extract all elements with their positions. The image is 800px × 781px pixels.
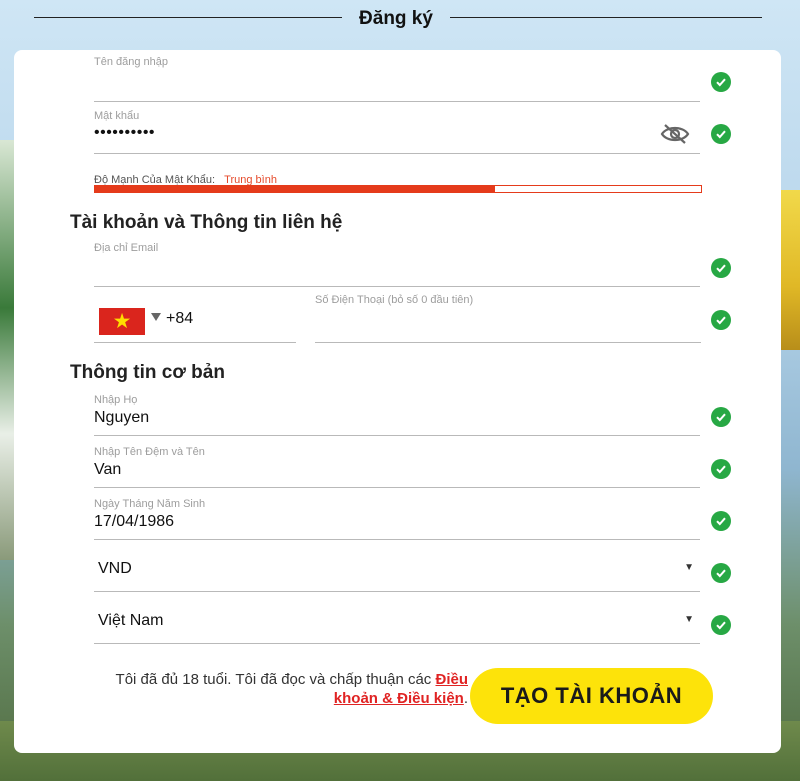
- email-label: Địa chỉ Email: [94, 242, 159, 254]
- terms-text: Tôi đã đủ 18 tuổi. Tôi đã đọc và chấp th…: [70, 670, 468, 708]
- dob-value: 17/04/1986: [94, 513, 175, 530]
- check-icon: [711, 615, 731, 635]
- first-name-label: Nhập Tên Đệm và Tên: [94, 446, 205, 458]
- terms-suffix: .: [463, 690, 468, 707]
- section-title-basic: Thông tin cơ bản: [70, 362, 225, 383]
- check-icon: [711, 459, 731, 479]
- password-value: ••••••••••: [94, 124, 156, 141]
- dropdown-arrow-icon: [151, 313, 161, 321]
- check-icon: [711, 72, 731, 92]
- check-icon: [711, 124, 731, 144]
- section-title-contact: Tài khoản và Thông tin liên hệ: [70, 212, 343, 233]
- page-header: Đăng ký: [0, 4, 800, 32]
- username-field[interactable]: Tên đăng nhập: [94, 56, 700, 102]
- country-code-select[interactable]: ★ +84: [94, 302, 296, 343]
- registration-form: Tên đăng nhập Mật khẩu •••••••••• Độ Mạn…: [14, 50, 781, 753]
- check-icon: [711, 407, 731, 427]
- header-divider-right: [450, 17, 762, 18]
- dob-label: Ngày Tháng Năm Sinh: [94, 498, 206, 510]
- eye-off-icon[interactable]: [660, 122, 690, 146]
- password-strength-fill: [95, 186, 495, 192]
- background-player-right: [780, 190, 800, 350]
- password-label: Mật khẩu: [94, 110, 140, 122]
- header-divider-left: [34, 17, 342, 18]
- page-title: Đăng ký: [359, 8, 433, 29]
- country-code-value: +84: [166, 310, 194, 327]
- last-name-value: Nguyen: [94, 409, 150, 426]
- country-select[interactable]: Việt Nam ▼: [94, 602, 700, 644]
- country-value: Việt Nam: [98, 612, 164, 629]
- dropdown-arrow-icon: ▼: [684, 562, 694, 573]
- check-icon: [711, 258, 731, 278]
- currency-value: VND: [98, 560, 132, 577]
- first-name-field[interactable]: Nhập Tên Đệm và Tên Van: [94, 446, 700, 488]
- email-field[interactable]: Địa chỉ Email: [94, 242, 700, 287]
- username-label: Tên đăng nhập: [94, 56, 169, 68]
- phone-field[interactable]: Số Điện Thoại (bỏ số 0 đầu tiên): [315, 294, 701, 343]
- phone-label: Số Điện Thoại (bỏ số 0 đầu tiên): [315, 294, 474, 306]
- password-field[interactable]: Mật khẩu ••••••••••: [94, 110, 700, 154]
- password-strength-bar: [94, 185, 702, 193]
- last-name-label: Nhập Họ: [94, 394, 138, 406]
- currency-select[interactable]: VND ▼: [94, 550, 700, 592]
- check-icon: [711, 310, 731, 330]
- dob-field[interactable]: Ngày Tháng Năm Sinh 17/04/1986: [94, 498, 700, 540]
- dropdown-arrow-icon: ▼: [684, 614, 694, 625]
- last-name-field[interactable]: Nhập Họ Nguyen: [94, 394, 700, 436]
- vietnam-flag-icon: ★: [99, 308, 145, 335]
- check-icon: [711, 563, 731, 583]
- check-icon: [711, 511, 731, 531]
- terms-statement: Tôi đã đủ 18 tuổi. Tôi đã đọc và chấp th…: [115, 671, 432, 688]
- create-account-button[interactable]: TẠO TÀI KHOẢN: [470, 668, 713, 724]
- first-name-value: Van: [94, 461, 122, 478]
